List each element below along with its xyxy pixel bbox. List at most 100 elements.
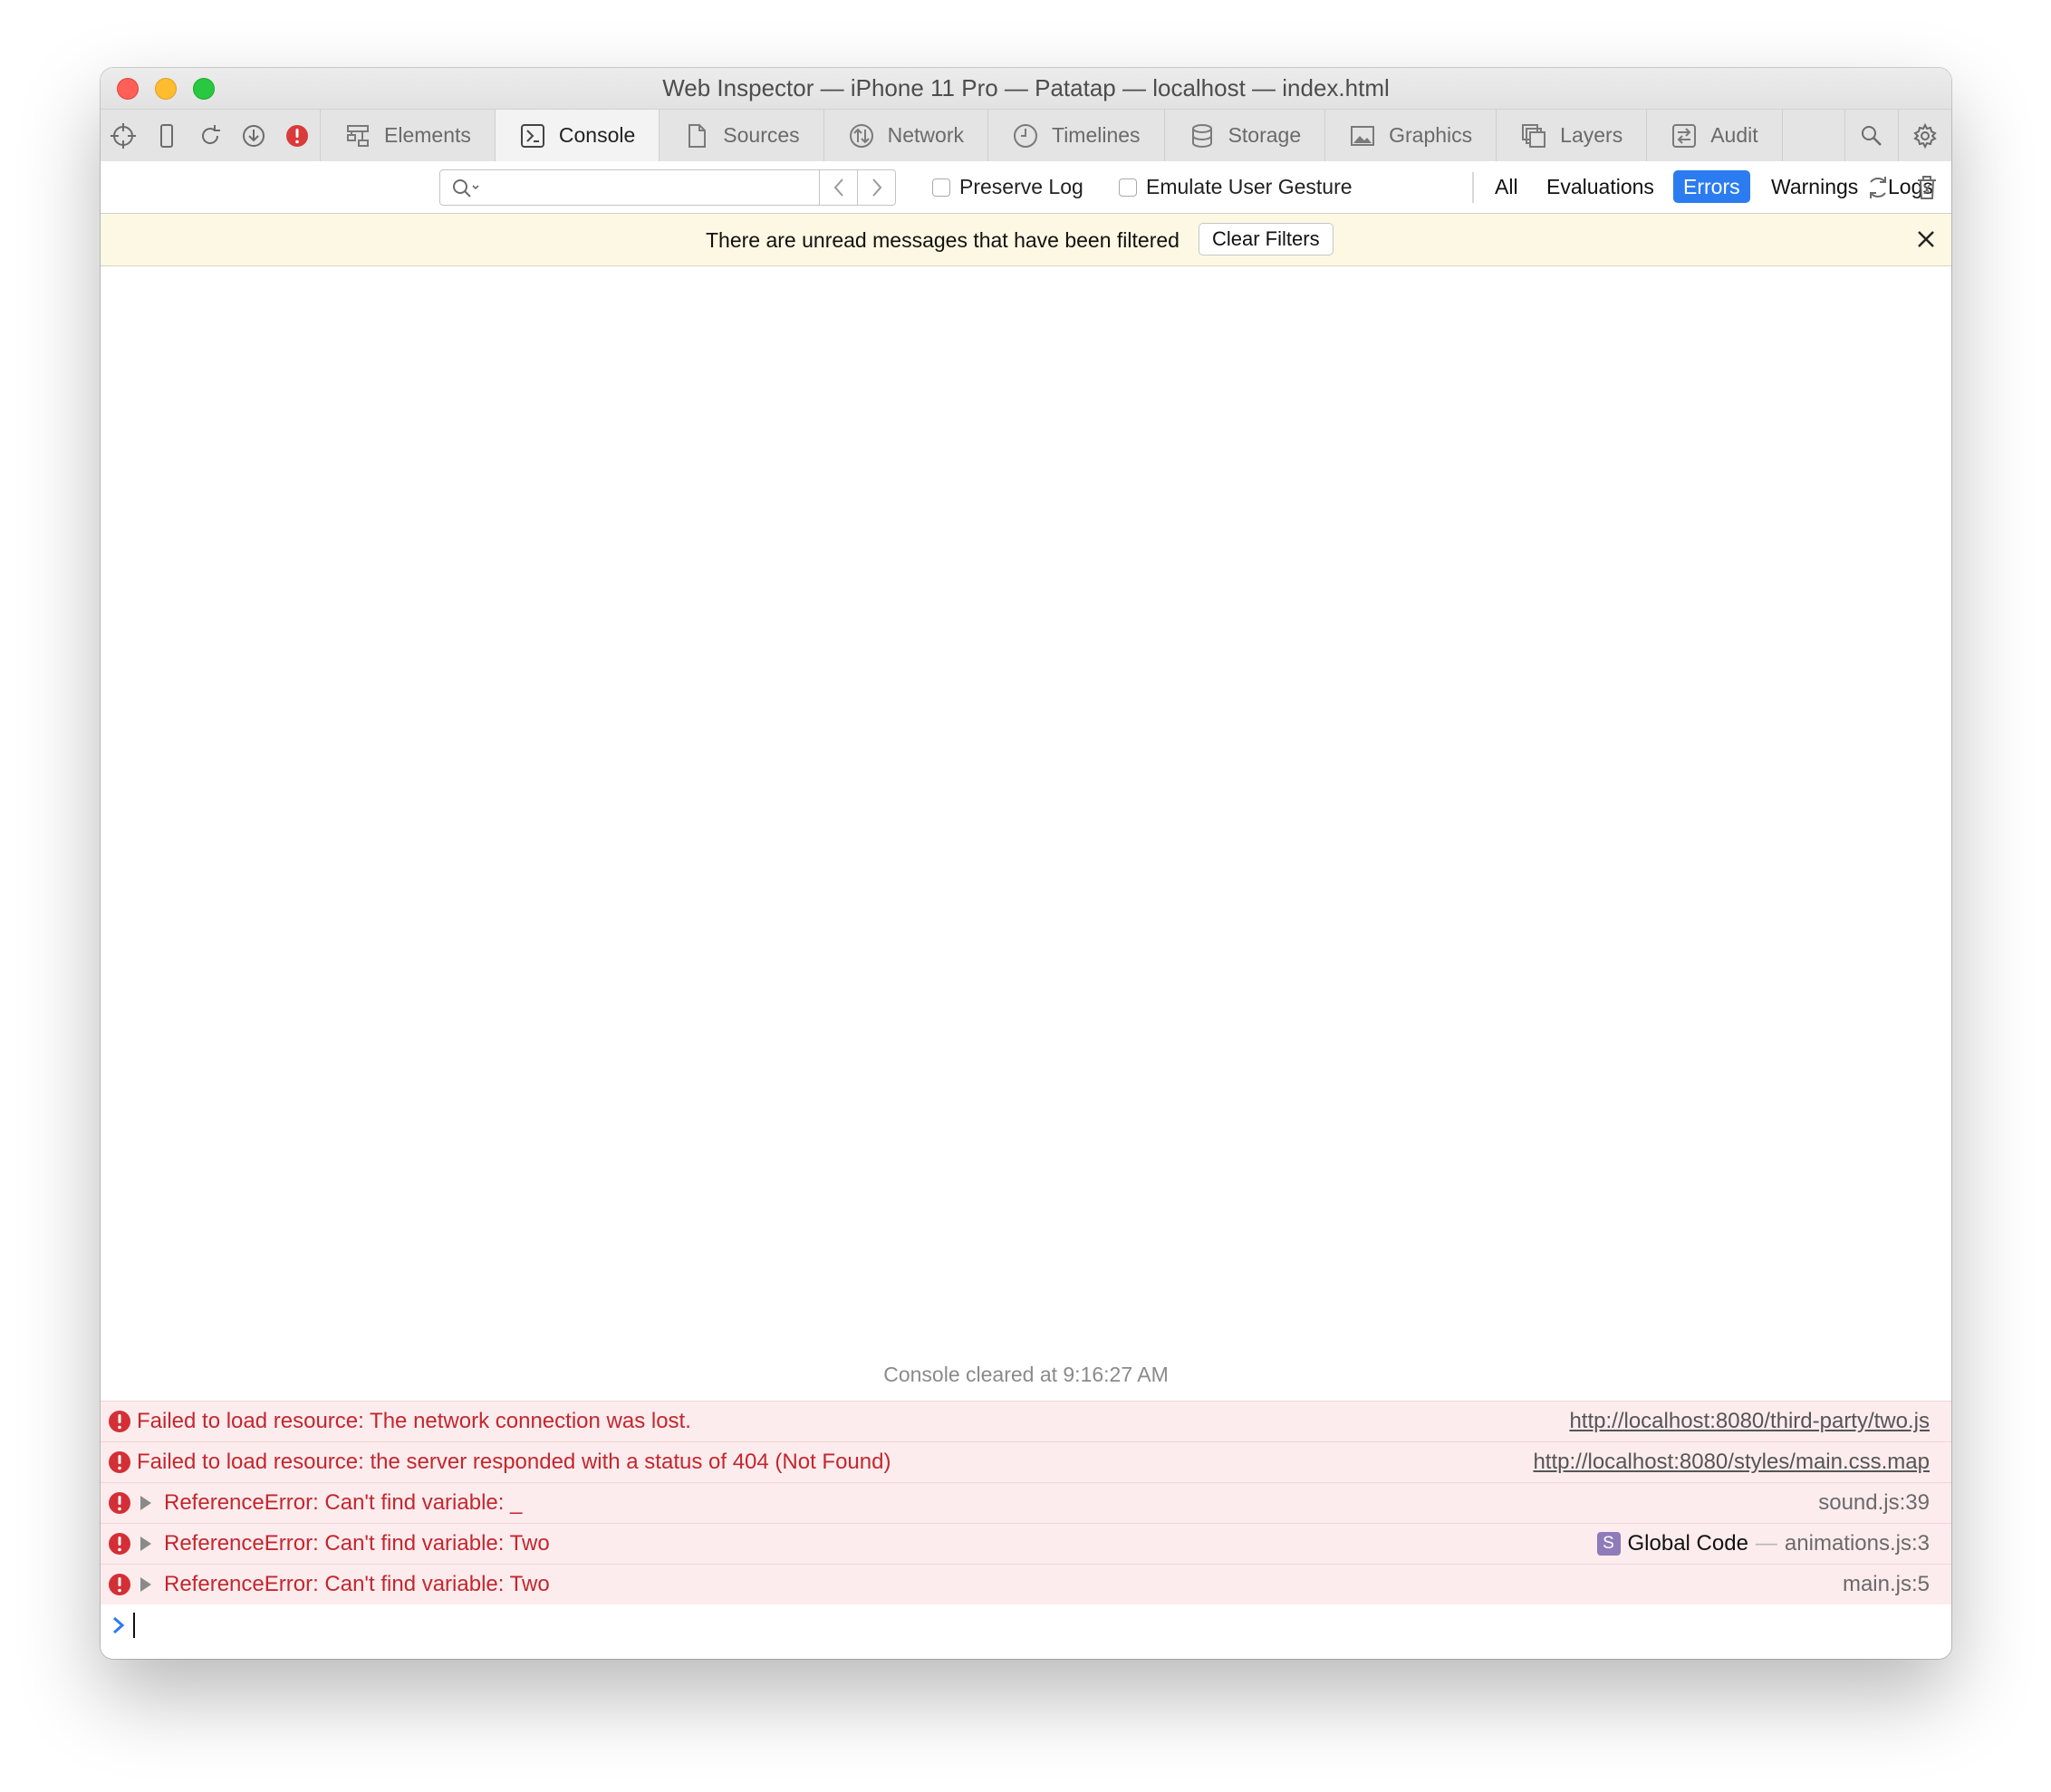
console-messages: Failed to load resource: The network con… <box>101 1401 1951 1604</box>
call-frame[interactable]: S Global Code — animations.js:3 <box>1596 1531 1930 1556</box>
disclosure-triangle-icon[interactable] <box>140 1537 151 1551</box>
error-icon <box>109 1492 130 1514</box>
timelines-icon <box>1014 123 1037 148</box>
crosshair-icon[interactable] <box>110 122 137 149</box>
tab-label: Audit <box>1710 123 1758 147</box>
sources-icon <box>688 123 707 148</box>
checkbox-box[interactable] <box>1119 178 1137 197</box>
device-icon[interactable] <box>153 122 180 149</box>
error-icon <box>109 1411 130 1432</box>
filter-warnings[interactable]: Warnings <box>1761 170 1868 203</box>
auto-clear-icon[interactable] <box>1863 173 1892 202</box>
tab-bar: Elements Console Sources Network Timelin… <box>101 109 1951 162</box>
tab-label: Console <box>558 123 636 147</box>
frame-separator: — <box>1755 1531 1777 1556</box>
emulate-user-gesture-checkbox[interactable]: Emulate User Gesture <box>1119 175 1353 199</box>
divider <box>1472 172 1474 203</box>
chevron-left-icon <box>833 178 843 197</box>
filter-evaluations[interactable]: Evaluations <box>1536 170 1664 203</box>
network-icon <box>849 123 873 148</box>
checkbox-box[interactable] <box>932 178 950 197</box>
preserve-log-label: Preserve Log <box>959 175 1083 198</box>
tab-network[interactable]: Network <box>824 110 988 161</box>
tab-label: Elements <box>384 123 471 147</box>
disclosure-triangle-icon[interactable] <box>140 1496 151 1510</box>
inspector-tools <box>101 110 321 161</box>
console-icon <box>520 123 544 148</box>
tab-graphics[interactable]: Graphics <box>1325 110 1497 161</box>
tab-elements[interactable]: Elements <box>321 110 496 161</box>
error-icon <box>109 1533 130 1555</box>
window-controls <box>117 78 215 100</box>
console-prompt[interactable] <box>111 1613 135 1638</box>
message-source-link[interactable]: http://localhost:8080/styles/main.css.ma… <box>1533 1450 1930 1475</box>
error-icon <box>109 1451 130 1473</box>
elements-icon <box>347 124 369 147</box>
tab-label: Graphics <box>1389 123 1473 147</box>
search-icon <box>453 179 479 198</box>
close-window-button[interactable] <box>117 78 139 100</box>
console-filter-bar: Preserve Log Emulate User Gesture All Ev… <box>101 161 1951 214</box>
tab-storage[interactable]: Storage <box>1165 110 1326 161</box>
tab-sources[interactable]: Sources <box>660 110 824 161</box>
tab-layers[interactable]: Layers <box>1497 110 1648 161</box>
console-log: Console cleared at 9:16:27 AM Failed to … <box>101 266 1951 1659</box>
filtered-messages-banner: There are unread messages that have been… <box>101 214 1951 266</box>
script-badge-icon: S <box>1596 1532 1621 1556</box>
preserve-log-checkbox[interactable]: Preserve Log <box>932 175 1083 199</box>
console-message[interactable]: Failed to load resource: The network con… <box>101 1401 1951 1441</box>
tab-label: Timelines <box>1052 123 1141 147</box>
graphics-icon <box>1351 125 1375 146</box>
zoom-window-button[interactable] <box>193 78 215 100</box>
layers-icon <box>1522 123 1546 148</box>
message-text: ReferenceError: Can't find variable: Two <box>164 1572 550 1596</box>
message-source-link[interactable]: sound.js:39 <box>1818 1490 1930 1516</box>
title-bar: Web Inspector — iPhone 11 Pro — Patatap … <box>101 68 1951 109</box>
message-text: Failed to load resource: The network con… <box>137 1409 691 1433</box>
banner-text: There are unread messages that have been… <box>706 228 1180 252</box>
message-source-link[interactable]: animations.js:3 <box>1785 1531 1930 1556</box>
web-inspector-window: Web Inspector — iPhone 11 Pro — Patatap … <box>101 68 1951 1659</box>
message-source-link[interactable]: main.js:5 <box>1843 1572 1930 1597</box>
filter-errors[interactable]: Errors <box>1673 170 1750 203</box>
console-message[interactable]: Failed to load resource: the server resp… <box>101 1441 1951 1482</box>
clear-console-icon[interactable] <box>1912 173 1941 202</box>
tab-label: Layers <box>1560 123 1623 147</box>
search-input[interactable] <box>487 174 817 203</box>
close-icon[interactable] <box>1913 226 1939 252</box>
window-title: Web Inspector — iPhone 11 Pro — Patatap … <box>662 74 1390 101</box>
message-source-link[interactable]: http://localhost:8080/third-party/two.js <box>1569 1409 1930 1434</box>
message-text: ReferenceError: Can't find variable: Two <box>164 1531 550 1556</box>
tab-label: Storage <box>1228 123 1302 147</box>
search-field[interactable] <box>439 169 896 206</box>
next-match-button[interactable] <box>857 170 896 205</box>
disclosure-triangle-icon[interactable] <box>140 1577 151 1592</box>
search-icon[interactable] <box>1844 110 1898 161</box>
console-cleared-message: Console cleared at 9:16:27 AM <box>883 1363 1169 1386</box>
console-message[interactable]: ReferenceError: Can't find variable: _ s… <box>101 1482 1951 1523</box>
tab-label: Network <box>887 123 964 147</box>
emulate-user-gesture-label: Emulate User Gesture <box>1146 175 1353 198</box>
console-message[interactable]: ReferenceError: Can't find variable: Two… <box>101 1564 1951 1604</box>
text-cursor <box>133 1613 135 1638</box>
download-icon[interactable] <box>240 122 267 149</box>
message-text: ReferenceError: Can't find variable: _ <box>164 1490 523 1515</box>
reload-icon[interactable] <box>197 122 224 149</box>
audit-icon <box>1672 123 1697 148</box>
message-text: Failed to load resource: the server resp… <box>137 1450 891 1474</box>
clear-filters-button[interactable]: Clear Filters <box>1199 223 1334 255</box>
tab-audit[interactable]: Audit <box>1647 110 1783 161</box>
previous-match-button[interactable] <box>819 170 858 205</box>
storage-icon <box>1191 123 1212 148</box>
chevron-right-icon <box>872 178 882 197</box>
error-badge-icon[interactable] <box>284 122 311 149</box>
frame-function-name: Global Code <box>1627 1531 1748 1556</box>
gear-icon[interactable] <box>1898 110 1951 161</box>
error-icon <box>109 1574 130 1595</box>
console-message[interactable]: ReferenceError: Can't find variable: Two… <box>101 1523 1951 1564</box>
minimize-window-button[interactable] <box>155 78 177 100</box>
tab-timelines[interactable]: Timelines <box>988 110 1165 161</box>
prompt-chevron-icon <box>113 1616 125 1634</box>
tab-console[interactable]: Console <box>495 110 660 161</box>
filter-all[interactable]: All <box>1485 170 1528 203</box>
